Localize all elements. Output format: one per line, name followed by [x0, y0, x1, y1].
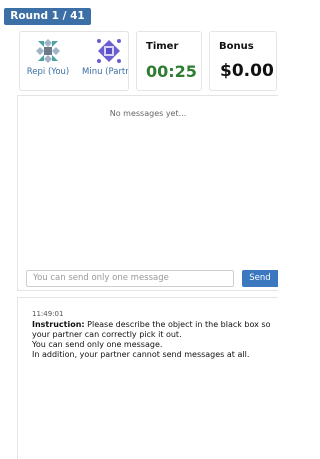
round-badge: Round 1 / 41	[4, 8, 91, 25]
player-name: Minu (Partner)	[82, 67, 128, 77]
log-line-one-message: You can send only one message.	[32, 340, 163, 349]
bonus-value: $0.00	[220, 61, 274, 81]
players-card: Repi (You) Minu (Partner)	[19, 31, 129, 91]
timer-title: Timer	[146, 41, 179, 52]
minu-avatar-icon	[82, 38, 128, 64]
timer-value: 00:25	[146, 62, 197, 81]
bonus-title: Bonus	[219, 41, 254, 52]
chat-panel: No messages yet... You can send only one…	[17, 95, 278, 291]
instruction-label: Instruction:	[32, 320, 85, 329]
repi-avatar-icon	[24, 38, 72, 64]
message-input[interactable]: You can send only one message	[26, 270, 234, 287]
player-minu: Minu (Partner)	[82, 38, 128, 77]
log-line-partner-cannot-send: In addition, your partner cannot send me…	[32, 350, 250, 359]
empty-messages-text: No messages yet...	[109, 109, 187, 118]
log-message: Instruction: Please describe the object …	[32, 320, 274, 360]
log-timestamp: 11:49:01	[32, 310, 64, 318]
instruction-log: 11:49:01 Instruction: Please describe th…	[17, 297, 278, 459]
send-button[interactable]: Send	[242, 270, 278, 287]
timer-card: Timer 00:25	[136, 31, 202, 91]
player-name: Repi (You)	[26, 67, 70, 77]
player-repi: Repi (You)	[24, 38, 72, 77]
bonus-card: Bonus $0.00	[209, 31, 277, 91]
